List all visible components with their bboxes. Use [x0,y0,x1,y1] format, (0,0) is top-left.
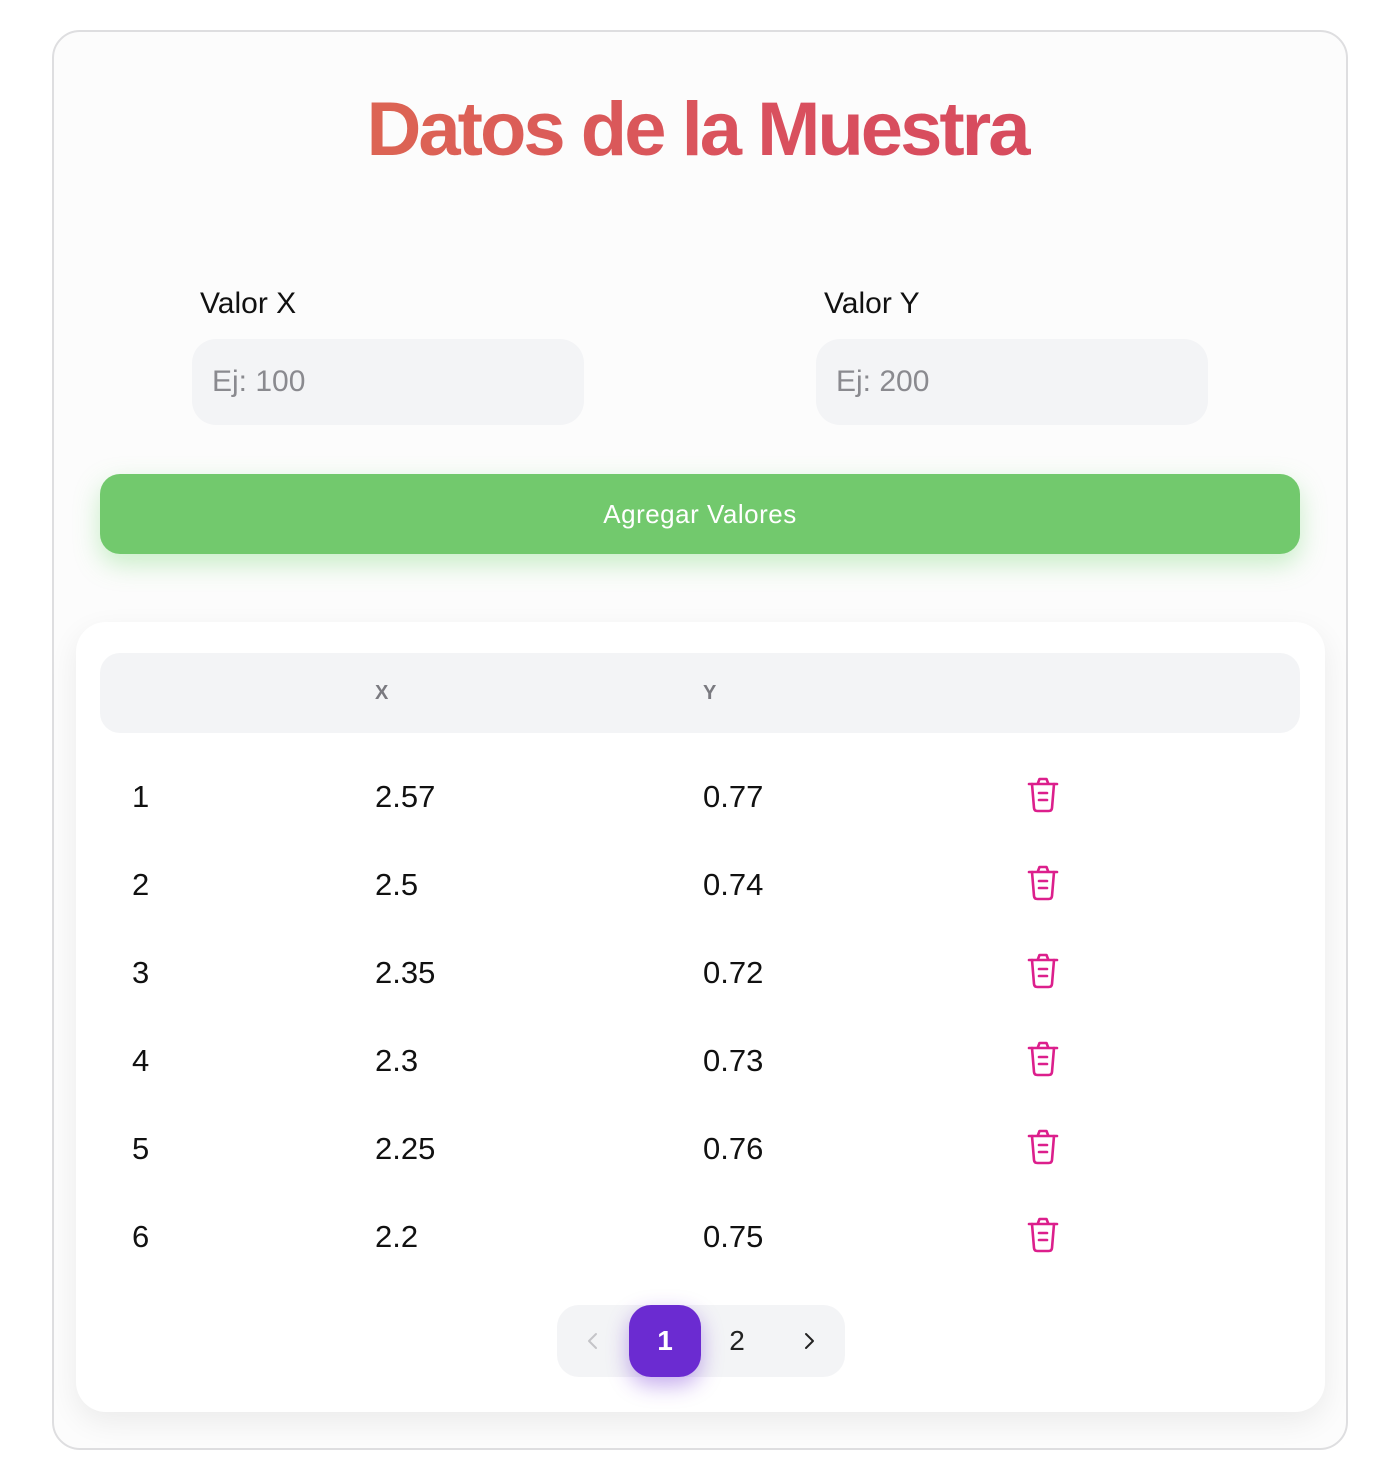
page-button-1[interactable]: 1 [629,1305,701,1377]
row-y-value: 0.74 [703,867,764,902]
table-header [100,653,1300,733]
row-index: 1 [132,779,150,814]
delete-row-button[interactable] [1023,775,1063,815]
y-value-label: Valor Y [824,287,920,320]
y-value-input[interactable] [816,339,1208,425]
trash-icon [1027,1217,1059,1253]
page-button-2[interactable]: 2 [701,1305,773,1377]
x-value-label: Valor X [200,287,297,320]
row-y-value: 0.75 [703,1219,764,1254]
column-header-x: X [375,682,389,704]
trash-icon [1027,1041,1059,1077]
row-index: 5 [132,1131,150,1166]
row-x-value: 2.3 [375,1043,419,1078]
next-page-button[interactable] [773,1305,845,1377]
trash-icon [1027,953,1059,989]
delete-row-button[interactable] [1023,1215,1063,1255]
row-index: 2 [132,867,150,902]
row-y-value: 0.76 [703,1131,764,1166]
x-value-input[interactable] [192,339,584,425]
delete-row-button[interactable] [1023,951,1063,991]
row-index: 3 [132,955,150,990]
data-table-card [76,622,1325,1412]
row-index: 4 [132,1043,150,1078]
row-x-value: 2.57 [375,779,436,814]
row-x-value: 2.5 [375,867,419,902]
row-y-value: 0.72 [703,955,764,990]
chevron-left-icon [588,1333,597,1349]
trash-icon [1027,865,1059,901]
delete-row-button[interactable] [1023,1039,1063,1079]
add-values-button[interactable]: Agregar Valores [100,474,1300,554]
chevron-right-icon [805,1333,814,1349]
row-index: 6 [132,1219,150,1254]
column-header-y: Y [703,682,717,704]
row-x-value: 2.25 [375,1131,436,1166]
row-x-value: 2.2 [375,1219,419,1254]
row-x-value: 2.35 [375,955,436,990]
prev-page-button[interactable] [557,1305,629,1377]
row-y-value: 0.73 [703,1043,764,1078]
trash-icon [1027,1129,1059,1165]
row-y-value: 0.77 [703,779,764,814]
trash-icon [1027,777,1059,813]
delete-row-button[interactable] [1023,863,1063,903]
delete-row-button[interactable] [1023,1127,1063,1167]
page-title: Datos de la Muestra [0,92,1394,168]
